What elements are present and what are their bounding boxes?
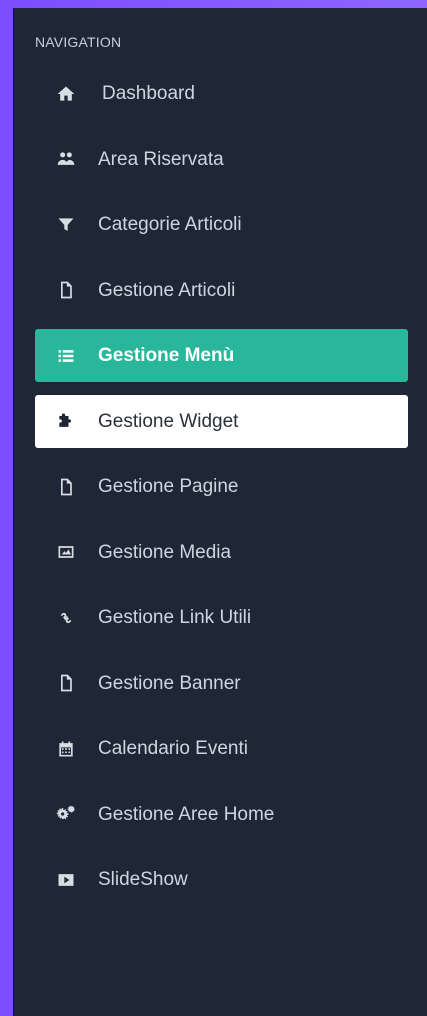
sidebar-item-label: Gestione Aree Home xyxy=(98,803,275,825)
sidebar-item-label: Gestione Menù xyxy=(98,345,235,366)
cogs-icon xyxy=(42,804,90,824)
sidebar-item-label: Gestione Banner xyxy=(98,672,241,694)
list-icon xyxy=(42,346,90,366)
file-icon xyxy=(42,673,90,693)
sidebar-item-area-riservata[interactable]: Area Riservata xyxy=(35,133,408,186)
calendar-icon xyxy=(42,739,90,759)
sidebar-item-dashboard[interactable]: Dashboard xyxy=(35,67,408,120)
sidebar-item-gestione-media[interactable]: Gestione Media xyxy=(35,526,408,579)
navigation-heading: NAVIGATION xyxy=(35,34,122,50)
home-icon xyxy=(42,84,90,104)
sidebar-item-label: Gestione Widget xyxy=(98,410,239,432)
sidebar-item-label: Calendario Eventi xyxy=(98,738,248,759)
sidebar-item-label: Area Riservata xyxy=(98,148,224,170)
sidebar-item-slideshow[interactable]: SlideShow xyxy=(35,853,408,906)
sidebar-item-gestione-aree-home[interactable]: Gestione Aree Home xyxy=(35,788,408,841)
filter-icon xyxy=(42,215,90,235)
image-icon xyxy=(42,542,90,562)
file-icon xyxy=(42,280,90,300)
play-icon xyxy=(42,870,90,890)
sidebar-item-gestione-link-utili[interactable]: Gestione Link Utili xyxy=(35,591,408,644)
sidebar-item-label: Gestione Link Utili xyxy=(98,607,252,628)
sidebar-item-label: Gestione Articoli xyxy=(98,279,236,301)
sidebar-item-gestione-banner[interactable]: Gestione Banner xyxy=(35,657,408,710)
sidebar-item-calendario-eventi[interactable]: Calendario Eventi xyxy=(35,722,408,775)
window-frame: NAVIGATION Dashboard Area Riservata Cate… xyxy=(0,0,427,1016)
sidebar-item-label: Gestione Media xyxy=(98,541,232,563)
sidebar-item-gestione-articoli[interactable]: Gestione Articoli xyxy=(35,264,408,317)
sidebar-item-label: Dashboard xyxy=(102,83,195,104)
sidebar-item-categorie-articoli[interactable]: Categorie Articoli xyxy=(35,198,408,251)
file-icon xyxy=(42,477,90,497)
sidebar: NAVIGATION Dashboard Area Riservata Cate… xyxy=(13,8,427,1016)
sidebar-nav: Dashboard Area Riservata Categorie Artic… xyxy=(35,67,408,919)
users-icon xyxy=(42,149,90,169)
puzzle-icon xyxy=(42,411,90,431)
sidebar-item-gestione-pagine[interactable]: Gestione Pagine xyxy=(35,460,408,513)
sidebar-item-gestione-widget[interactable]: Gestione Widget xyxy=(35,394,408,448)
sidebar-item-label: Gestione Pagine xyxy=(98,476,239,497)
sidebar-item-label: SlideShow xyxy=(98,869,188,890)
sidebar-item-gestione-menu[interactable]: Gestione Menù xyxy=(35,329,408,382)
link-icon xyxy=(42,608,90,628)
sidebar-item-label: Categorie Articoli xyxy=(98,214,242,235)
